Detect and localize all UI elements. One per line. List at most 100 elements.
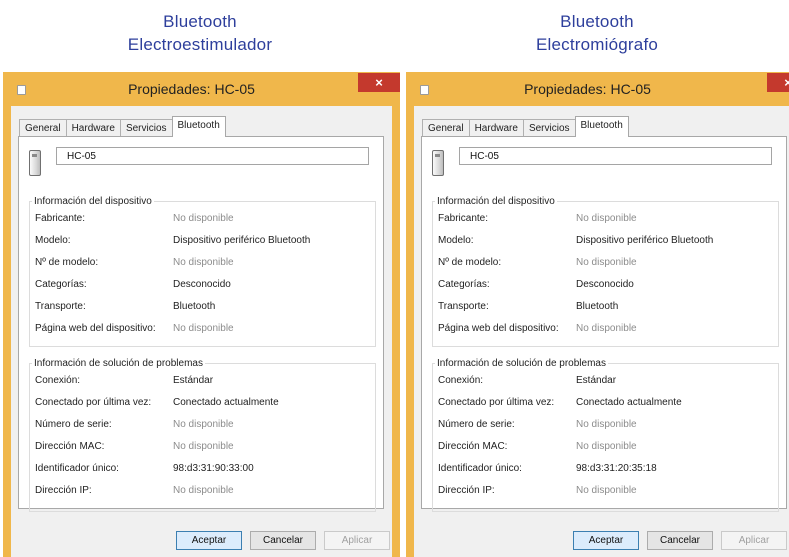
info-label: Conectado por última vez: (35, 397, 152, 408)
device-name-field[interactable] (459, 147, 772, 165)
info-label: Fabricante: (438, 213, 489, 224)
info-value: No disponible (173, 485, 234, 496)
caption-left: Bluetooth Electroestimulador (0, 10, 400, 56)
info-label: Dirección MAC: (438, 441, 508, 452)
dialog-client-area: General Hardware Servicios Bluetooth Inf… (414, 106, 789, 557)
info-value: No disponible (576, 323, 637, 334)
tab-panel-bluetooth: Información del dispositivo Fabricante: N… (18, 136, 384, 512)
device-name-field[interactable] (56, 147, 369, 165)
info-row: Categorías: Desconocido (436, 278, 775, 292)
info-label: Dirección MAC: (35, 441, 105, 452)
apply-button[interactable]: Aplicar (324, 531, 390, 550)
tab-servicios[interactable]: Servicios (119, 119, 173, 137)
info-row: Modelo: Dispositivo periférico Bluetooth (33, 234, 372, 248)
info-value: No disponible (576, 441, 637, 452)
info-row: Número de serie: No disponible (436, 418, 775, 432)
info-label: Conexión: (438, 375, 484, 386)
info-row: Dirección MAC: No disponible (33, 440, 372, 454)
info-row: Dirección IP: No disponible (436, 484, 775, 498)
device-icon (432, 150, 444, 176)
tab-hardware[interactable]: Hardware (468, 119, 524, 137)
caption-right: Bluetooth Electromiógrafo (405, 10, 789, 56)
info-value: No disponible (576, 419, 637, 430)
info-label: Conectado por última vez: (438, 397, 555, 408)
info-label: Identificador único: (438, 463, 522, 474)
info-row: Transporte: Bluetooth (33, 300, 372, 314)
info-value: No disponible (576, 485, 637, 496)
tab-bar: General Hardware Servicios Bluetooth (422, 116, 629, 137)
window-title: Propiedades: HC-05 (524, 81, 651, 97)
info-value: Desconocido (576, 279, 634, 290)
info-label: Nº de modelo: (35, 257, 99, 268)
tab-panel-bluetooth: Información del dispositivo Fabricante: N… (421, 136, 787, 512)
info-row: Dirección MAC: No disponible (436, 440, 775, 454)
caption-right-line1: Bluetooth (560, 12, 634, 31)
info-value: Dispositivo periférico Bluetooth (173, 235, 311, 246)
info-label: Dirección IP: (438, 485, 495, 496)
troubleshooting-group: Información de solución de problemas Con… (29, 357, 376, 512)
info-label: Modelo: (35, 235, 71, 246)
info-row: Página web del dispositivo: No disponible (436, 322, 775, 336)
ok-button[interactable]: Aceptar (176, 531, 242, 550)
info-value: No disponible (173, 257, 234, 268)
info-value: No disponible (576, 213, 637, 224)
title-bar[interactable]: Propiedades: HC-05 × (406, 72, 789, 106)
info-row: Nº de modelo: No disponible (436, 256, 775, 270)
info-value: Bluetooth (576, 301, 619, 312)
properties-dialog-left: Propiedades: HC-05 × General Hardware Se… (3, 72, 400, 557)
info-value: No disponible (576, 257, 637, 268)
info-row: Identificador único: 98:d3:31:90:33:00 (33, 462, 372, 476)
device-icon (29, 150, 41, 176)
info-label: Categorías: (35, 279, 87, 290)
info-label: Identificador único: (35, 463, 119, 474)
info-row: Conexión: Estándar (33, 374, 372, 388)
info-label: Número de serie: (35, 419, 112, 430)
info-value: 98:d3:31:20:35:18 (576, 463, 657, 474)
device-info-group: Información del dispositivo Fabricante: N… (29, 195, 376, 347)
info-label: Transporte: (35, 301, 86, 312)
tab-general[interactable]: General (19, 119, 67, 137)
info-label: Modelo: (438, 235, 474, 246)
info-label: Fabricante: (35, 213, 86, 224)
tab-servicios[interactable]: Servicios (522, 119, 576, 137)
info-row: Dirección IP: No disponible (33, 484, 372, 498)
title-bar[interactable]: Propiedades: HC-05 × (3, 72, 400, 106)
properties-dialog-right: Propiedades: HC-05 × General Hardware Se… (406, 72, 789, 557)
info-row: Fabricante: No disponible (436, 212, 775, 226)
info-value: Bluetooth (173, 301, 216, 312)
tab-bar: General Hardware Servicios Bluetooth (19, 116, 226, 137)
tab-bluetooth[interactable]: Bluetooth (171, 116, 226, 137)
info-label: Nº de modelo: (438, 257, 502, 268)
tab-hardware[interactable]: Hardware (65, 119, 121, 137)
tab-bluetooth[interactable]: Bluetooth (574, 116, 629, 137)
tab-general[interactable]: General (422, 119, 470, 137)
info-row: Nº de modelo: No disponible (33, 256, 372, 270)
cancel-button[interactable]: Cancelar (647, 531, 713, 550)
info-value: No disponible (173, 323, 234, 334)
ok-button[interactable]: Aceptar (573, 531, 639, 550)
window-title: Propiedades: HC-05 (128, 81, 255, 97)
info-value: Dispositivo periférico Bluetooth (576, 235, 714, 246)
device-info-group: Información del dispositivo Fabricante: N… (432, 195, 779, 347)
info-row: Modelo: Dispositivo periférico Bluetooth (436, 234, 775, 248)
cancel-button[interactable]: Cancelar (250, 531, 316, 550)
info-label: Página web del dispositivo: (438, 323, 559, 334)
info-row: Conectado por última vez: Conectado actua… (436, 396, 775, 410)
apply-button[interactable]: Aplicar (721, 531, 787, 550)
info-label: Número de serie: (438, 419, 515, 430)
info-value: Desconocido (173, 279, 231, 290)
close-button[interactable]: × (358, 73, 400, 92)
info-value: No disponible (173, 441, 234, 452)
dialog-client-area: General Hardware Servicios Bluetooth Inf… (11, 106, 392, 557)
info-label: Transporte: (438, 301, 489, 312)
info-value: No disponible (173, 419, 234, 430)
info-value: Estándar (173, 375, 214, 386)
caption-left-line1: Bluetooth (163, 12, 237, 31)
info-row: Número de serie: No disponible (33, 418, 372, 432)
info-row: Categorías: Desconocido (33, 278, 372, 292)
troubleshooting-title: Información de solución de problemas (435, 357, 608, 370)
caption-left-line2: Electroestimulador (127, 35, 273, 54)
close-button[interactable]: × (767, 73, 789, 92)
info-label: Categorías: (438, 279, 490, 290)
info-row: Fabricante: No disponible (33, 212, 372, 226)
